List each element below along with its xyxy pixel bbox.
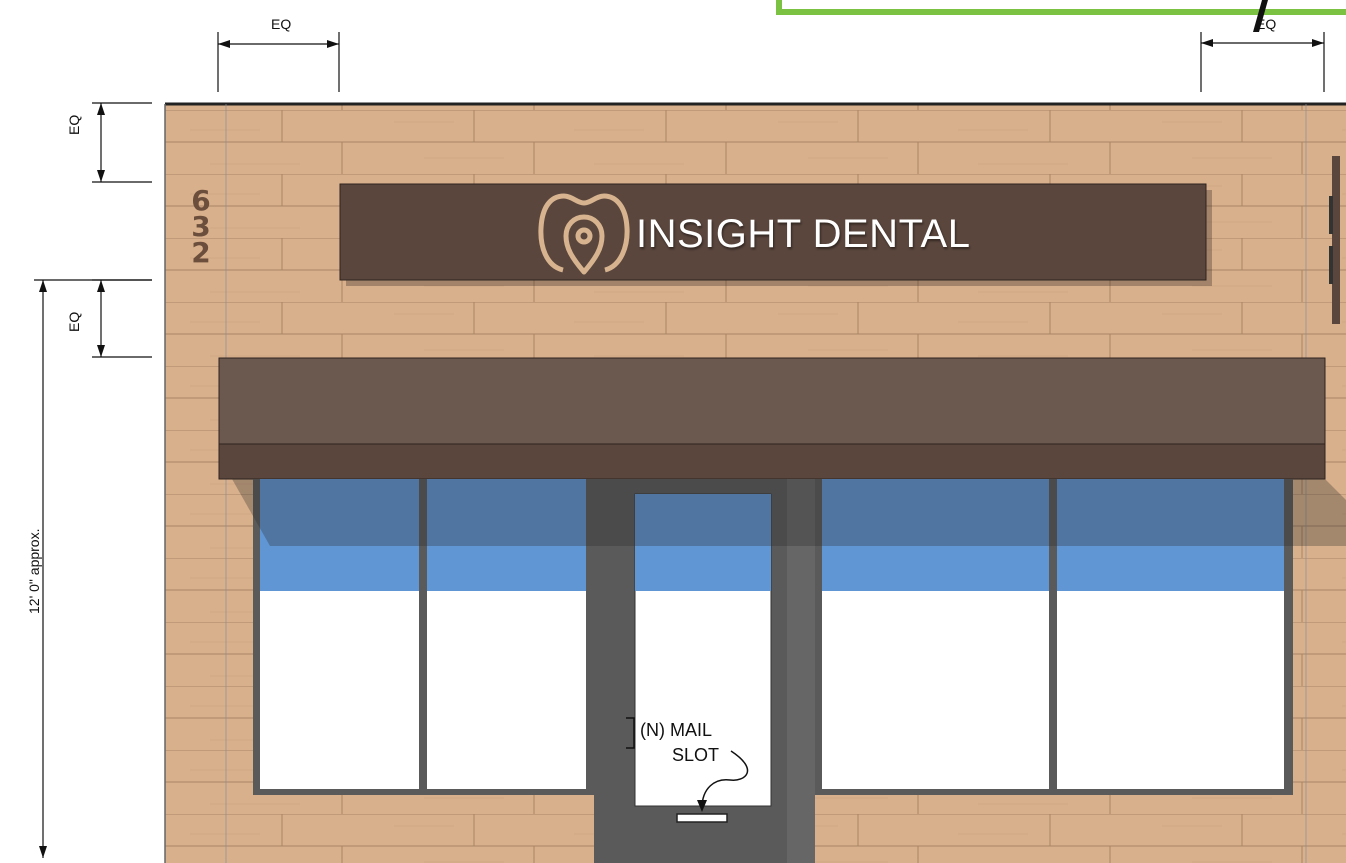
sign-text: INSIGHT DENTAL (636, 212, 971, 256)
eq-label-top-left: EQ (271, 16, 292, 32)
eq-label-top-right: EQ (1256, 16, 1277, 32)
mail-slot-label-line1: (N) MAIL (640, 720, 712, 740)
mail-slot (676, 813, 728, 823)
eq-label-side-upper: EQ (66, 114, 82, 135)
height-dimension-label: 12' 0" approx. (26, 528, 42, 614)
address-number: 6 3 2 (186, 187, 216, 269)
awning (218, 357, 1326, 480)
address-digit: 2 (191, 236, 211, 269)
eq-label-side-lower: EQ (66, 311, 82, 332)
mail-slot-label-line2: SLOT (672, 745, 720, 765)
